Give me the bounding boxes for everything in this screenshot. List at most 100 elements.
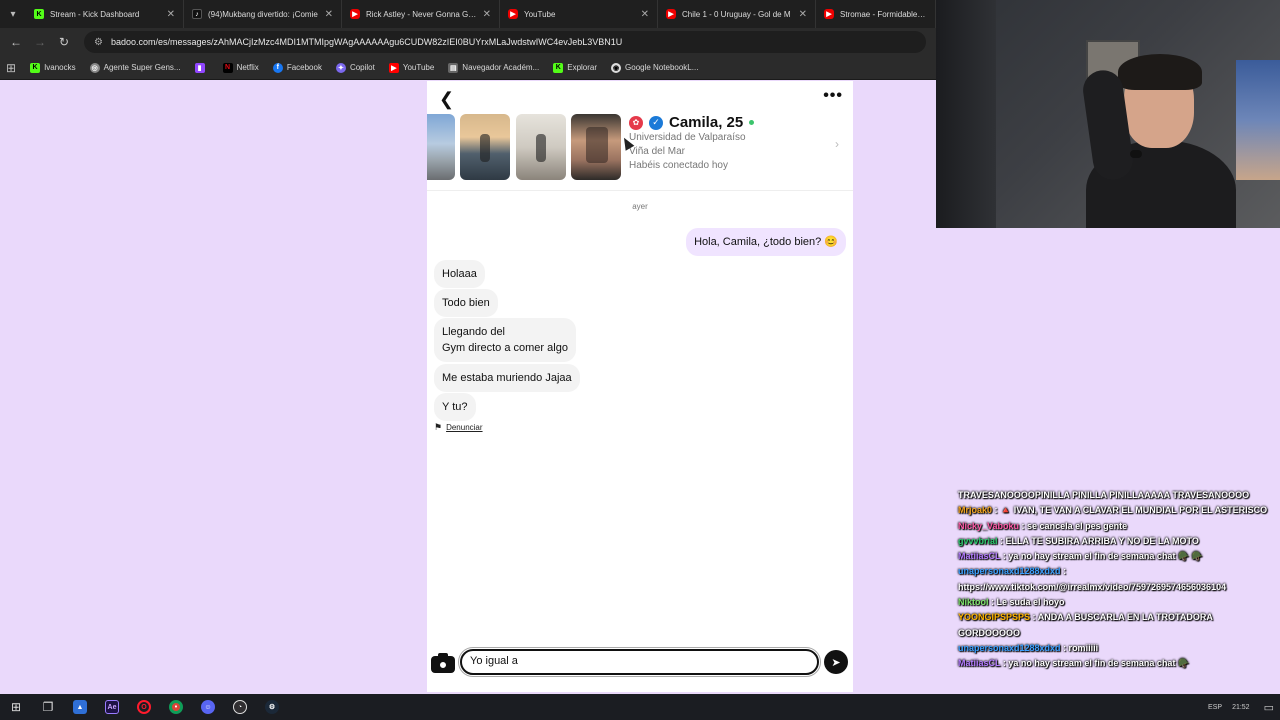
chat-message: unapersonaxd1288xdxd : romiiiii <box>958 641 1270 656</box>
youtube-icon: ▶ <box>666 9 676 19</box>
bookmark-label: Facebook <box>286 63 322 72</box>
tab-youtube[interactable]: ▶ YouTube ✕ <box>500 0 658 28</box>
bookmark-label: Navegador Académ... <box>462 63 540 72</box>
tab-stromae[interactable]: ▶ Stromae - Formidable (Lyric <box>816 0 936 28</box>
more-options-icon[interactable]: ••• <box>823 87 843 105</box>
back-arrow-icon[interactable]: ❮ <box>439 89 454 110</box>
windows-taskbar: ⊞ ❐ ▲ Ae O • ☺ ◔ ⚙ ESP 21:52 ▭ <box>0 694 1280 720</box>
kick-icon: K <box>553 62 564 73</box>
close-icon[interactable]: ✕ <box>167 9 175 20</box>
site-settings-icon[interactable]: ⚙ <box>94 37 103 48</box>
chat-message: gvvvbrial : ELLA TE SUBIRA ARRIBA Y NO D… <box>958 534 1270 549</box>
verified-icon: ✓ <box>649 115 663 130</box>
youtube-icon: ▶ <box>508 9 518 19</box>
reload-icon[interactable]: ↻ <box>52 35 76 49</box>
after-effects-icon[interactable]: Ae <box>96 694 128 720</box>
close-icon[interactable]: ✕ <box>325 9 333 20</box>
report-label: Denunciar <box>446 423 483 432</box>
kick-icon: K <box>34 9 44 19</box>
apps-grid-icon[interactable]: ⊞ <box>6 61 16 75</box>
bookmark-label: Netflix <box>236 63 259 72</box>
bookmark-copilot[interactable]: ✦ Copilot <box>335 62 375 73</box>
language-indicator[interactable]: ESP <box>1208 704 1222 711</box>
chevron-right-icon[interactable]: › <box>835 137 839 151</box>
bookmark-label: Ivanocks <box>44 63 76 72</box>
profile-photo[interactable] <box>516 114 566 180</box>
close-icon[interactable]: ✕ <box>641 9 649 20</box>
chat-text: : romiiiii <box>1063 642 1099 653</box>
message-incoming: Holaaa <box>434 260 485 288</box>
profile-photo[interactable] <box>460 114 510 180</box>
chat-username: unapersonaxd1288xdxd <box>958 642 1061 653</box>
clock-time: 21:52 <box>1232 703 1250 711</box>
bookmark-explorar[interactable]: K Explorar <box>553 62 597 73</box>
bookmark-facebook[interactable]: f Facebook <box>272 62 322 73</box>
steam-icon[interactable]: ⚙ <box>256 694 288 720</box>
bookmark-notebooklm[interactable]: ◉ Google NotebookL... <box>611 62 698 73</box>
online-status-icon <box>749 120 755 125</box>
back-icon[interactable]: ← <box>4 35 28 49</box>
system-tray: ESP 21:52 ▭ <box>1208 694 1274 720</box>
netflix-icon: N <box>222 62 233 73</box>
chat-message: unapersonaxd1288xdxd : https://www.tikto… <box>958 564 1270 595</box>
message-incoming: Llegando del Gym directo a comer algo <box>434 318 576 362</box>
tab-title: Rick Astley - Never Gonna Give <box>366 9 477 19</box>
chat-text: : ELLA TE SUBIRA ARRIBA Y NO DE LA MOTO <box>1000 535 1199 546</box>
profile-photo[interactable] <box>571 114 621 180</box>
chat-text: : se cancela el pes gente <box>1021 520 1128 531</box>
bookmark-agente[interactable]: ◎ Agente Super Gens... <box>89 62 181 73</box>
clock[interactable]: 21:52 <box>1232 703 1250 712</box>
message-line: Llegando del <box>442 326 506 338</box>
message-line: Gym directo a comer algo <box>442 342 568 354</box>
bookmark-twitch[interactable]: ▮ <box>194 62 209 73</box>
message-input[interactable]: Yo igual a <box>458 647 821 677</box>
chrome-icon[interactable]: • <box>160 694 192 720</box>
youtube-icon: ▶ <box>350 9 360 19</box>
obs-icon[interactable]: ◔ <box>224 694 256 720</box>
notification-icon[interactable]: ▭ <box>1264 701 1274 714</box>
opera-icon[interactable]: O <box>128 694 160 720</box>
bookmark-label: Agente Super Gens... <box>103 63 181 72</box>
chat-message: MatiiasCL : ya no hay stream el fin de s… <box>958 549 1270 564</box>
bookmark-label: Copilot <box>349 63 375 72</box>
camera-icon[interactable] <box>431 651 455 673</box>
chat-text: : Le suda el hoyo <box>991 597 1065 608</box>
chat-username: MatiiasCL <box>958 658 1001 669</box>
chat-message: Mrjoak0 : 🔺 IVAN, TE VAN A CLAVAR EL MUN… <box>958 503 1270 518</box>
tab-rick-astley[interactable]: ▶ Rick Astley - Never Gonna Give ✕ <box>342 0 500 28</box>
chat-message: Niktool : Le suda el hoyo <box>958 595 1270 610</box>
twitch-icon: ▮ <box>194 62 205 73</box>
report-link[interactable]: ⚑ Denunciar <box>434 422 483 433</box>
close-icon[interactable]: ✕ <box>799 9 807 20</box>
app-icon[interactable]: ▲ <box>64 694 96 720</box>
forward-icon[interactable]: → <box>28 35 52 49</box>
tab-search-icon[interactable]: ▾ <box>0 0 26 28</box>
discord-icon[interactable]: ☺ <box>192 694 224 720</box>
chat-username: gvvvbrial <box>958 535 998 546</box>
bookmark-youtube[interactable]: ▶ YouTube <box>388 62 434 73</box>
chat-text: TRAVESANOOOOPINILLA PINILLA PINILLAAAAA … <box>958 490 1250 500</box>
message-incoming: Y tu? <box>434 393 476 421</box>
profile-photo[interactable] <box>427 114 455 180</box>
chat-username: MatiiasCL <box>958 551 1001 562</box>
bookmark-ivanocks[interactable]: K Ivanocks <box>30 62 76 73</box>
tab-tiktok[interactable]: ♪ (94)Mukbang divertido: ¡Comie ✕ <box>184 0 342 28</box>
webcam-overlay <box>936 0 1280 228</box>
send-icon[interactable]: ➤ <box>824 650 848 674</box>
tab-kick-dashboard[interactable]: K Stream - Kick Dashboard ✕ <box>26 0 184 28</box>
bookmark-navegador[interactable]: ▤ Navegador Académ... <box>448 62 540 73</box>
profile-summary[interactable]: ✿ ✓ Camila, 25 Universidad de Valparaíso… <box>629 114 755 173</box>
bookmark-netflix[interactable]: N Netflix <box>222 62 259 73</box>
url-input[interactable]: ⚙ badoo.com/es/messages/zAhMACjIzMzc4MDI… <box>84 31 926 53</box>
message-outgoing: Hola, Camila, ¿todo bien? 😊 <box>686 228 846 256</box>
tab-title: YouTube <box>524 9 556 19</box>
chat-text: : ya no hay stream el fin de semana chat… <box>1002 551 1203 562</box>
facebook-icon: f <box>272 62 283 73</box>
windows-start-icon[interactable]: ⊞ <box>0 694 32 720</box>
agent-icon: ◎ <box>89 62 100 73</box>
tab-title: (94)Mukbang divertido: ¡Comie <box>208 9 318 19</box>
task-view-icon[interactable]: ❐ <box>32 694 64 720</box>
tab-chile-uruguay[interactable]: ▶ Chile 1 - 0 Uruguay - Gol de M ✕ <box>658 0 816 28</box>
close-icon[interactable]: ✕ <box>483 9 491 20</box>
chat-username: Mrjoak0 <box>958 505 993 516</box>
